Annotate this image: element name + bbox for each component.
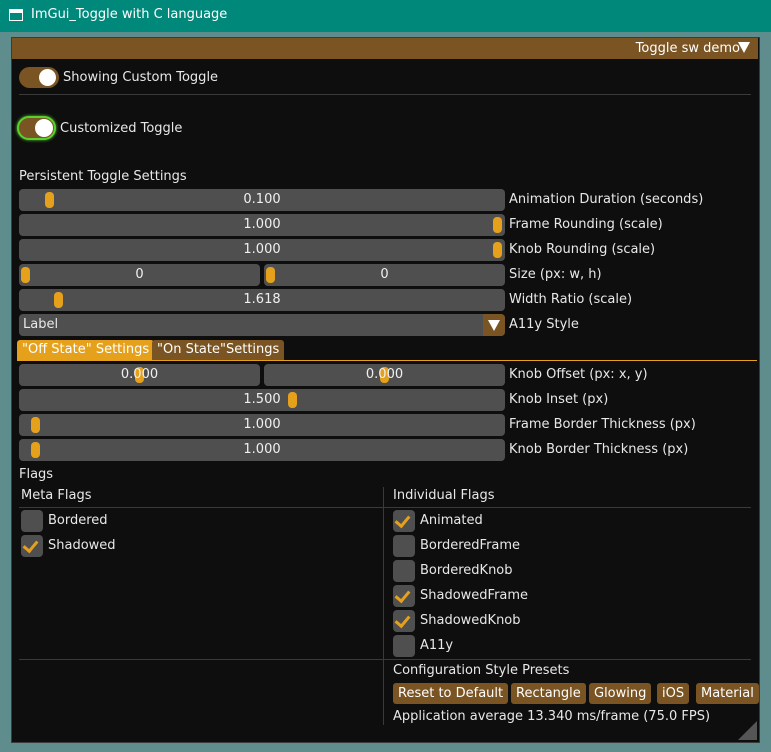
size-height-slider[interactable]: 0 — [264, 264, 505, 286]
slider-value: 0 — [380, 267, 389, 282]
animation-duration-slider[interactable]: 0.100 — [19, 189, 505, 211]
persistent-settings-header: Persistent Toggle Settings — [19, 169, 187, 184]
panel-title: Toggle sw demo — [635, 41, 740, 56]
slider-value: 0.000 — [120, 367, 159, 382]
checkbox-label: ShadowedFrame — [420, 588, 529, 603]
checkbox[interactable] — [393, 610, 415, 632]
slider-value: 1.618 — [243, 292, 281, 307]
checkbox[interactable] — [393, 635, 415, 657]
width-ratio-label: Width Ratio (scale) — [509, 292, 633, 307]
combo-selected-value: Label — [23, 317, 59, 332]
knob-border-slider[interactable]: 1.000 — [19, 439, 505, 461]
size-width-slider[interactable]: 0 — [19, 264, 260, 286]
checkbox-label: Animated — [420, 513, 483, 528]
slider-value: 1.000 — [243, 442, 281, 457]
a11y-style-label: A11y Style — [509, 317, 579, 332]
tab-off-state[interactable]: "Off State" Settings — [17, 340, 155, 360]
animation-duration-label: Animation Duration (seconds) — [509, 192, 704, 207]
ios-preset-button[interactable]: iOS — [657, 683, 690, 704]
frame-rounding-slider[interactable]: 1.000 — [19, 214, 505, 236]
flags-header: Flags — [19, 467, 54, 482]
checkbox-label: BorderedFrame — [420, 538, 521, 553]
checkmark-icon — [394, 611, 411, 629]
app-window-icon — [9, 9, 23, 21]
checkbox-label: Bordered — [48, 513, 108, 528]
knob-border-label: Knob Border Thickness (px) — [509, 442, 689, 457]
table-divider — [19, 659, 751, 660]
a11y-style-combo[interactable]: Label — [19, 314, 505, 336]
slider-value: 1.000 — [243, 217, 281, 232]
checkmark-icon — [394, 586, 411, 604]
checkbox-label: Shadowed — [48, 538, 116, 553]
checkmark-icon — [22, 536, 39, 554]
tab-on-state[interactable]: "On State"Settings — [152, 340, 285, 360]
checkbox[interactable] — [21, 510, 43, 532]
frame-rounding-label: Frame Rounding (scale) — [509, 217, 663, 232]
checkmark-icon — [394, 511, 411, 529]
reset-to-default-button[interactable]: Reset to Default — [393, 683, 509, 704]
knob-offset-x-slider[interactable]: 0.000 — [19, 364, 260, 386]
checkbox[interactable] — [21, 535, 43, 557]
custom-toggle-label: Showing Custom Toggle — [63, 70, 219, 85]
checkbox[interactable] — [393, 510, 415, 532]
material-preset-button[interactable]: Material — [696, 683, 759, 704]
customized-toggle-label: Customized Toggle — [60, 121, 183, 136]
presets-header: Configuration Style Presets — [393, 663, 570, 678]
window-title: ImGui_Toggle with C language — [31, 7, 228, 22]
knob-offset-label: Knob Offset (px: x, y) — [509, 367, 648, 382]
meta-flags-header: Meta Flags — [21, 488, 92, 503]
toggle-knob — [39, 69, 56, 86]
checkbox-label: ShadowedKnob — [420, 613, 521, 628]
fps-status-text: Application average 13.340 ms/frame (75.… — [393, 709, 711, 724]
slider-value: 0.100 — [243, 192, 281, 207]
table-column-divider — [383, 487, 384, 725]
checkbox[interactable] — [393, 585, 415, 607]
table-divider — [19, 507, 751, 508]
combo-dropdown-button[interactable] — [483, 314, 505, 336]
slider-value: 1.000 — [243, 417, 281, 432]
collapse-arrow-icon[interactable] — [738, 42, 750, 53]
knob-inset-label: Knob Inset (px) — [509, 392, 609, 407]
customized-toggle[interactable] — [17, 116, 56, 140]
knob-rounding-label: Knob Rounding (scale) — [509, 242, 656, 257]
checkbox-label: BorderedKnob — [420, 563, 513, 578]
knob-offset-y-slider[interactable]: 0.000 — [264, 364, 505, 386]
size-label: Size (px: w, h) — [509, 267, 602, 282]
checkbox[interactable] — [393, 535, 415, 557]
frame-border-slider[interactable]: 1.000 — [19, 414, 505, 436]
tab-bar-underline — [17, 360, 757, 361]
chevron-down-icon — [488, 320, 500, 331]
toggle-knob — [35, 119, 53, 137]
checkbox-label: A11y — [420, 638, 454, 653]
slider-value: 0 — [135, 267, 144, 282]
knob-inset-slider[interactable]: 1.500 — [19, 389, 505, 411]
divider — [19, 94, 751, 95]
slider-value: 1.000 — [243, 242, 281, 257]
frame-border-label: Frame Border Thickness (px) — [509, 417, 696, 432]
knob-rounding-slider[interactable]: 1.000 — [19, 239, 505, 261]
slider-value: 0.000 — [365, 367, 404, 382]
checkbox[interactable] — [393, 560, 415, 582]
width-ratio-slider[interactable]: 1.618 — [19, 289, 505, 311]
rectangle-preset-button[interactable]: Rectangle — [511, 683, 586, 704]
resize-grip-icon[interactable] — [738, 721, 757, 740]
slider-value: 1.500 — [243, 392, 281, 407]
custom-toggle[interactable] — [19, 67, 59, 88]
individual-flags-header: Individual Flags — [393, 488, 495, 503]
glowing-preset-button[interactable]: Glowing — [589, 683, 652, 704]
